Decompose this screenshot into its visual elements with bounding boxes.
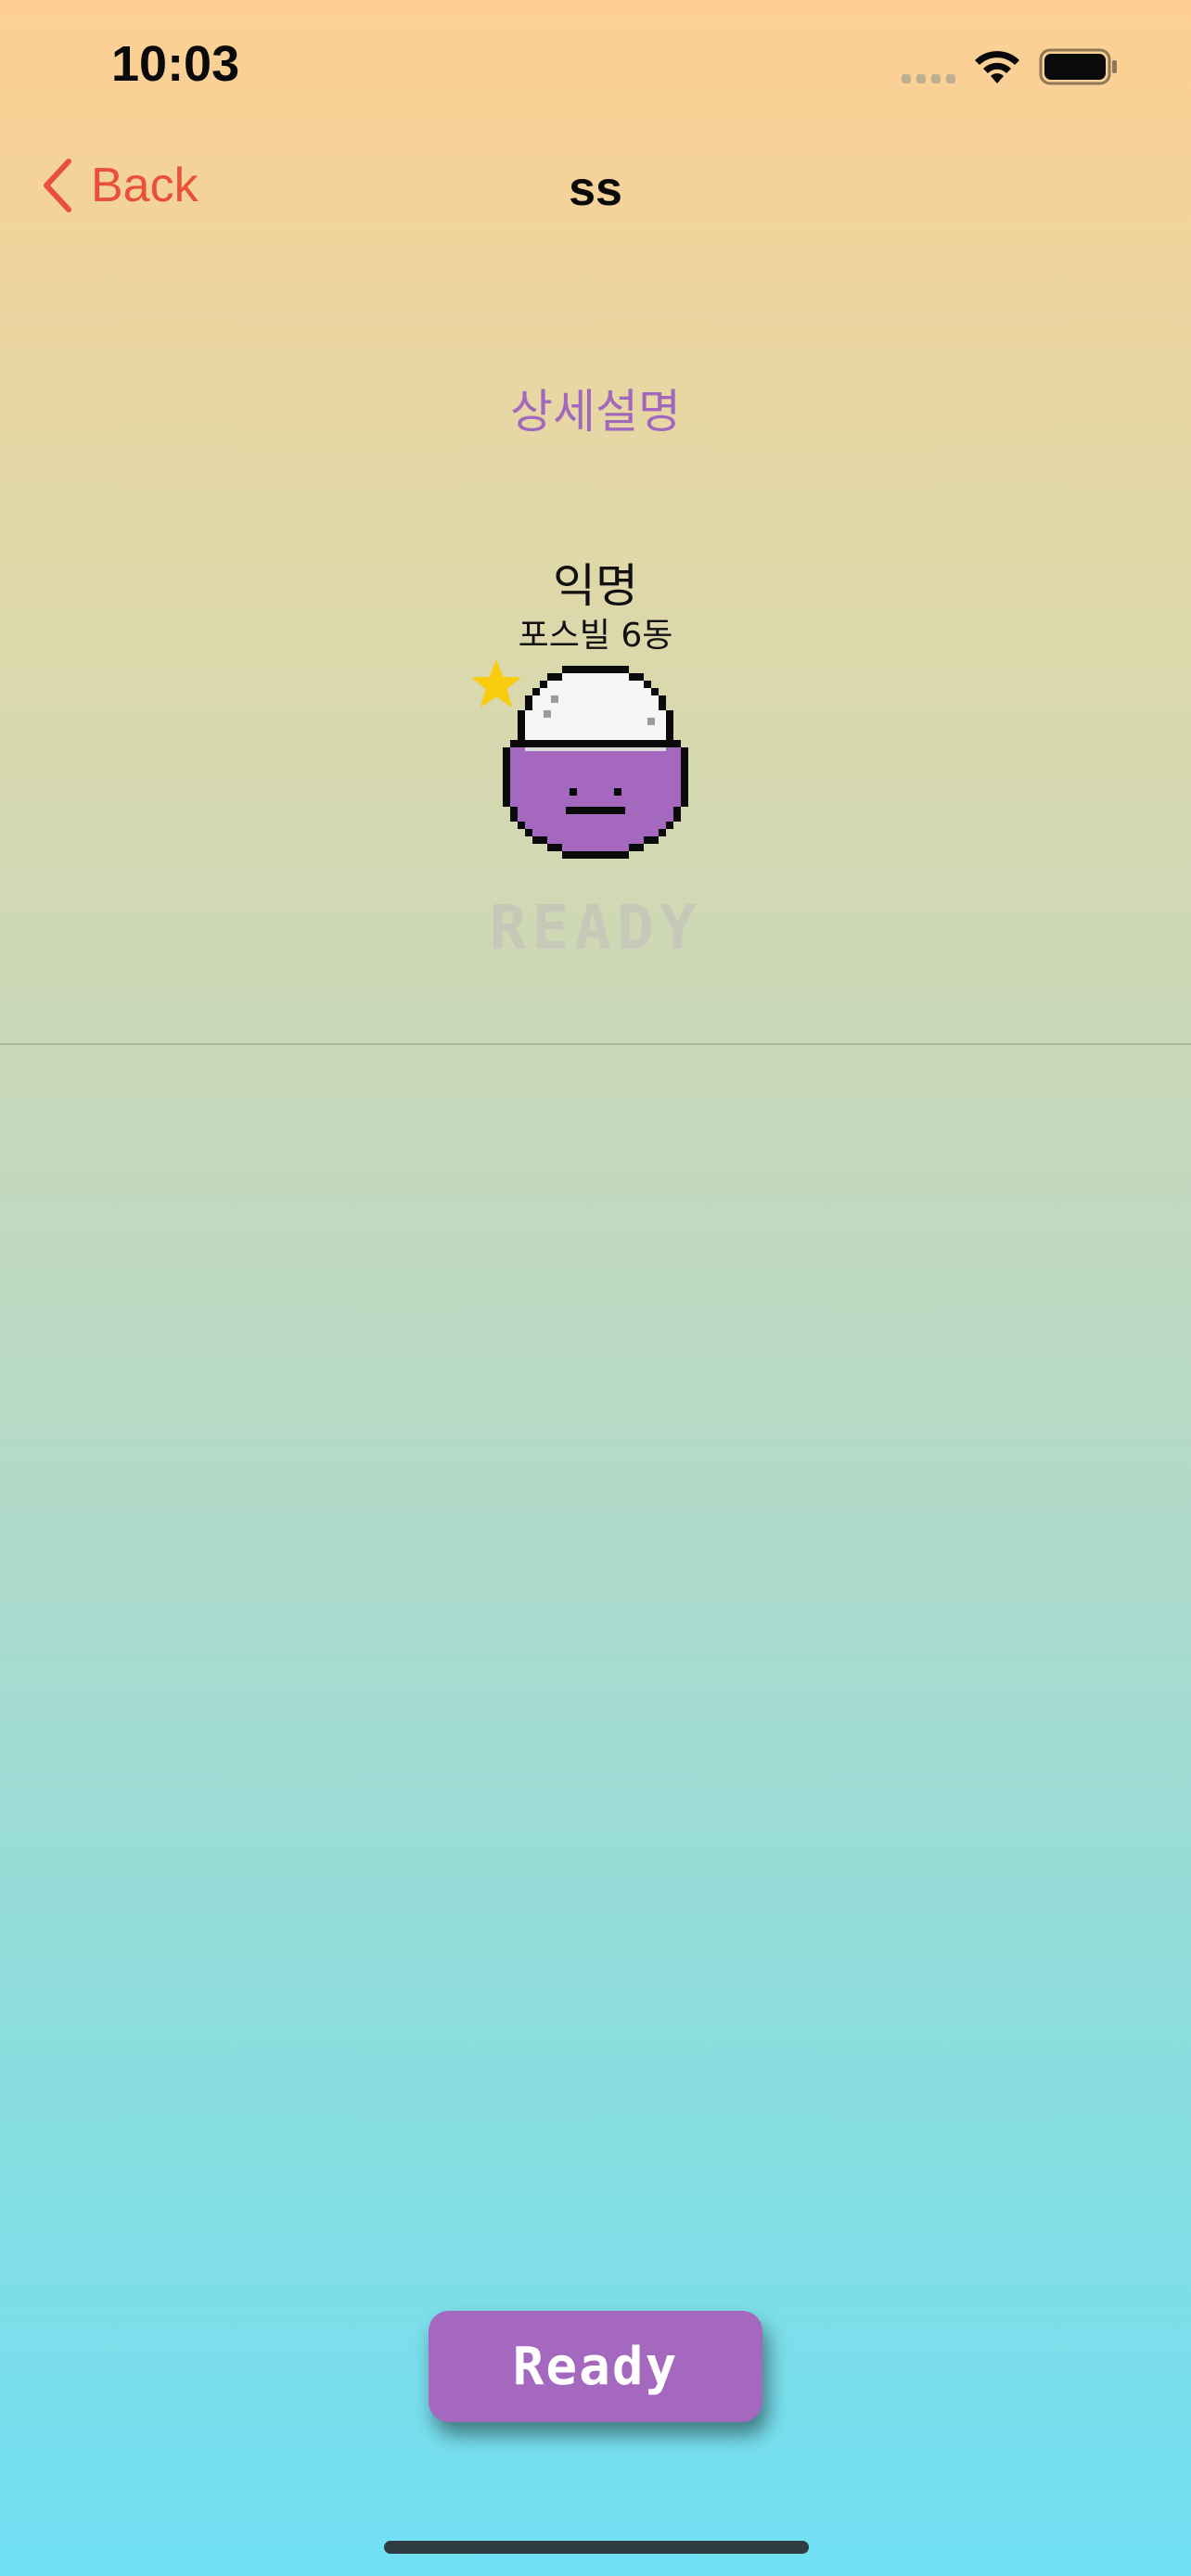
description-link[interactable]: 상세설명 xyxy=(0,375,1191,441)
page-title: ss xyxy=(569,162,622,216)
wifi-icon xyxy=(975,51,1019,83)
pixel-rice-ball-avatar xyxy=(503,666,688,859)
profile-location: 포스빌 6동 xyxy=(518,617,673,655)
navigation-bar: Back ss xyxy=(0,139,1191,241)
battery-icon xyxy=(1039,48,1117,85)
profile-name: 익명 xyxy=(553,559,638,613)
signal-icon xyxy=(902,74,955,83)
ready-button-label: Ready xyxy=(512,2336,679,2397)
ready-status-text: READY xyxy=(489,892,702,963)
status-time: 10:03 xyxy=(111,36,240,92)
home-indicator[interactable] xyxy=(384,2541,809,2554)
ready-button[interactable]: Ready xyxy=(429,2311,762,2422)
status-bar: 10:03 xyxy=(0,0,1191,139)
star-icon xyxy=(471,659,521,708)
divider xyxy=(0,1043,1191,1045)
